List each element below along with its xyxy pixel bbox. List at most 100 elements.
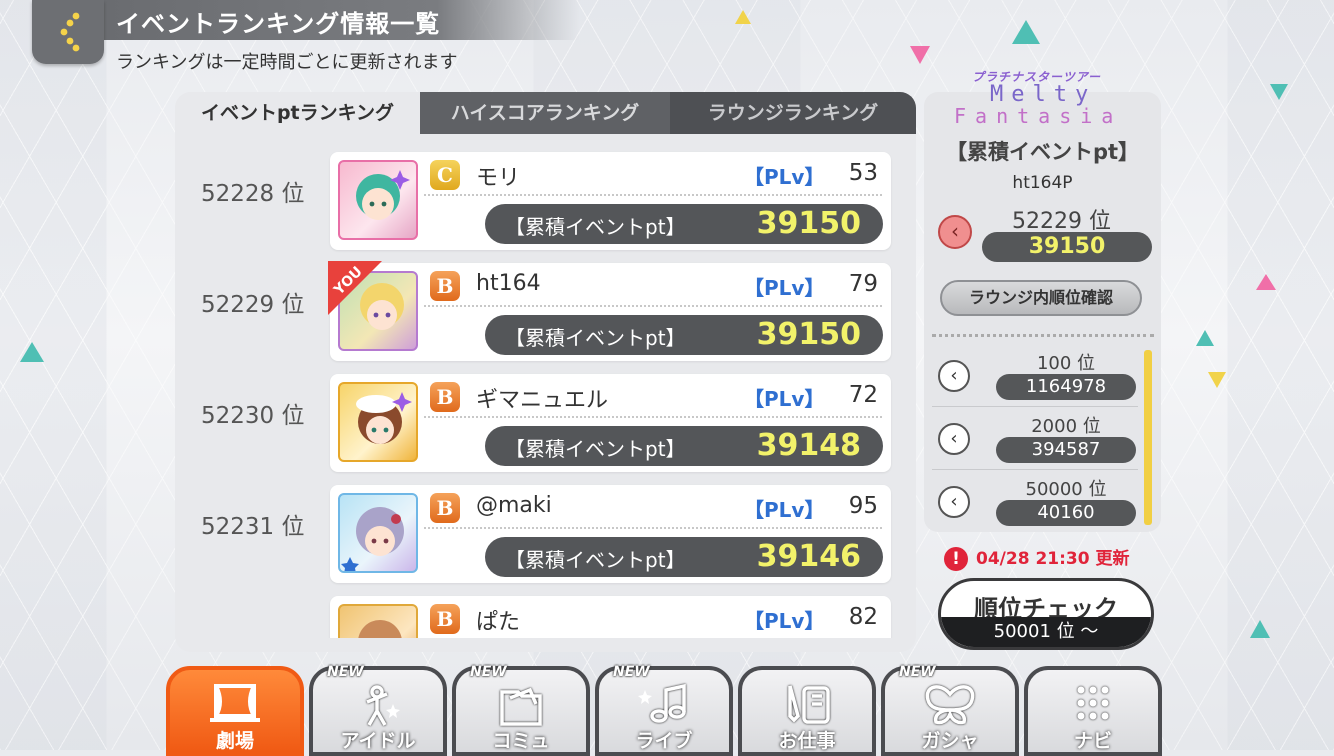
- nav-live[interactable]: NEW ライブ: [595, 664, 733, 756]
- ranking-row: 52231 位 B @maki 【PLv】 95 【累積イベントpt】 3914…: [175, 473, 916, 583]
- new-badge: NEW: [613, 664, 650, 680]
- nav-label: ナビ: [1073, 730, 1112, 752]
- confetti: [1250, 620, 1270, 638]
- commu-icon: [500, 687, 542, 726]
- grade-badge: B: [430, 493, 460, 523]
- plv-value: 72: [848, 382, 878, 408]
- my-rank: 52229 位: [1012, 209, 1111, 234]
- my-pt-heading: 【累積イベントpt】: [945, 140, 1140, 164]
- my-producer-name: ht164P: [1012, 173, 1073, 193]
- grade-badge: C: [430, 160, 460, 190]
- event-pt-value: 39146: [756, 539, 861, 574]
- event-pt-bar: 【累積イベントpt】 39146: [485, 537, 883, 577]
- music-note-icon: [638, 683, 686, 723]
- player-avatar[interactable]: [338, 382, 418, 462]
- border-item: ‹ 2000 位 394587: [932, 407, 1138, 470]
- event-logo-line2: Fantasia: [954, 104, 1123, 128]
- divider: [424, 305, 882, 307]
- tab-lounge-ranking[interactable]: ラウンジランキング: [670, 92, 916, 134]
- nav-work[interactable]: お仕事: [738, 666, 876, 756]
- update-time: 04/28 21:30 更新: [976, 549, 1130, 569]
- border-rank: 50000 位: [1025, 479, 1107, 500]
- player-card[interactable]: B ぱた 【PLv】 82: [330, 596, 891, 638]
- idol-portrait-icon: [341, 507, 404, 571]
- rank-check-button[interactable]: 順位チェック 50001 位 ～: [938, 578, 1154, 650]
- rank-border-list[interactable]: ‹ 100 位 1164978 ‹ 2000 位 394587 ‹ 50000 …: [932, 344, 1142, 529]
- confetti: [910, 46, 930, 64]
- grade-badge: B: [430, 382, 460, 412]
- player-card[interactable]: B ギマニュエル 【PLv】 72 【累積イベントpt】 39148: [330, 374, 891, 472]
- lounge-rank-check-button[interactable]: ラウンジ内順位確認: [940, 280, 1142, 316]
- border-rank: 2000 位: [1031, 416, 1101, 437]
- idol-portrait-icon: [356, 392, 412, 444]
- event-pt-bar: 【累積イベントpt】 39148: [485, 426, 883, 466]
- border-list-scrollbar[interactable]: [1144, 350, 1152, 525]
- ranking-row: 52230 位 B ギマニュエル 【PLv】 72 【累積イベントpt】 391…: [175, 362, 916, 472]
- nav-label: アイドル: [340, 730, 416, 752]
- chevron-left-icon: [60, 12, 80, 52]
- tab-event-pt-ranking[interactable]: イベントptランキング: [175, 92, 420, 134]
- player-avatar[interactable]: [338, 604, 418, 638]
- confetti: [735, 10, 751, 24]
- chevron-left-icon[interactable]: ‹: [938, 360, 970, 392]
- border-item: ‹ 100 位 1164978: [932, 344, 1138, 407]
- rank-label: 52228 位: [201, 181, 305, 207]
- grade-badge: B: [430, 271, 460, 301]
- gacha-icon: [925, 685, 975, 725]
- nav-label: コミュ: [492, 730, 550, 752]
- nav-label: お仕事: [778, 730, 836, 752]
- rank-label: 52229 位: [201, 292, 305, 318]
- alert-icon: !: [944, 547, 968, 571]
- player-card[interactable]: YOU B ht164 【PLv】 79 【累積イベントpt】 39150: [328, 261, 891, 361]
- new-badge: NEW: [327, 664, 364, 680]
- player-card[interactable]: C モリ 【PLv】 53 【累積イベントpt】 39150: [330, 152, 891, 250]
- event-pt-label: 【累積イベントpt】: [505, 215, 686, 239]
- jump-to-my-rank-button[interactable]: ‹: [938, 215, 972, 249]
- player-card[interactable]: B @maki 【PLv】 95 【累積イベントpt】 39146: [330, 485, 891, 583]
- player-name: @maki: [476, 493, 552, 518]
- menu-grid-icon: [1077, 686, 1109, 720]
- divider: [424, 527, 882, 529]
- border-pt: 1164978: [996, 374, 1136, 400]
- page-subtitle: ランキングは一定時間ごとに更新されます: [116, 52, 458, 73]
- border-pt: 394587: [996, 437, 1136, 463]
- idol-portrait-icon: [356, 170, 410, 220]
- divider: [424, 416, 882, 418]
- confetti: [1208, 372, 1226, 388]
- confetti: [1196, 330, 1214, 346]
- chevron-left-icon[interactable]: ‹: [938, 423, 970, 455]
- player-avatar[interactable]: [338, 160, 418, 240]
- player-avatar[interactable]: [338, 493, 418, 573]
- page-title: イベントランキング情報一覧: [116, 10, 441, 38]
- nav-navi[interactable]: ナビ: [1024, 666, 1162, 756]
- nav-gacha[interactable]: NEW ガシャ: [881, 664, 1019, 756]
- player-name: ギマニュエル: [476, 388, 609, 413]
- bottom-nav: 劇場 NEW アイドル NEW コミュ NEW ライブ お仕事 NEW ガシャ …: [0, 664, 1334, 756]
- ranking-row-you: 52229 位 YOU B ht164 【PLv】 79 【累積イベントpt】 …: [175, 251, 916, 361]
- nav-commu[interactable]: NEW コミュ: [452, 664, 590, 756]
- back-button[interactable]: [32, 0, 104, 64]
- new-badge: NEW: [899, 664, 936, 680]
- nav-idol[interactable]: NEW アイドル: [309, 664, 447, 756]
- nav-label: ガシャ: [921, 730, 979, 752]
- plv-value: 79: [848, 271, 878, 297]
- update-notice: ! 04/28 21:30 更新: [944, 544, 1130, 571]
- theater-icon: [210, 684, 260, 722]
- event-pt-value: 39150: [756, 206, 861, 241]
- event-pt-bar: 【累積イベントpt】 39150: [485, 204, 883, 244]
- event-pt-label: 【累積イベントpt】: [505, 548, 686, 572]
- ranking-row: B ぱた 【PLv】 82: [175, 584, 916, 638]
- event-pt-label: 【累積イベントpt】: [505, 437, 686, 461]
- plv-value: 53: [848, 160, 878, 186]
- new-badge: NEW: [470, 664, 507, 680]
- plv-value: 95: [848, 493, 878, 519]
- ranking-list[interactable]: 52228 位 C モリ 【PLv】 53 【累積イベントpt】 39150 5…: [175, 140, 916, 638]
- ranking-tabs: イベントptランキング ハイスコアランキング ラウンジランキング: [175, 92, 916, 134]
- my-pt: 39150: [982, 232, 1152, 262]
- tab-highscore-ranking[interactable]: ハイスコアランキング: [420, 92, 670, 134]
- chevron-left-icon[interactable]: ‹: [938, 486, 970, 518]
- player-name: モリ: [476, 166, 521, 191]
- confetti: [20, 342, 44, 362]
- plv-value: 82: [848, 604, 878, 630]
- nav-theater[interactable]: 劇場: [166, 666, 304, 756]
